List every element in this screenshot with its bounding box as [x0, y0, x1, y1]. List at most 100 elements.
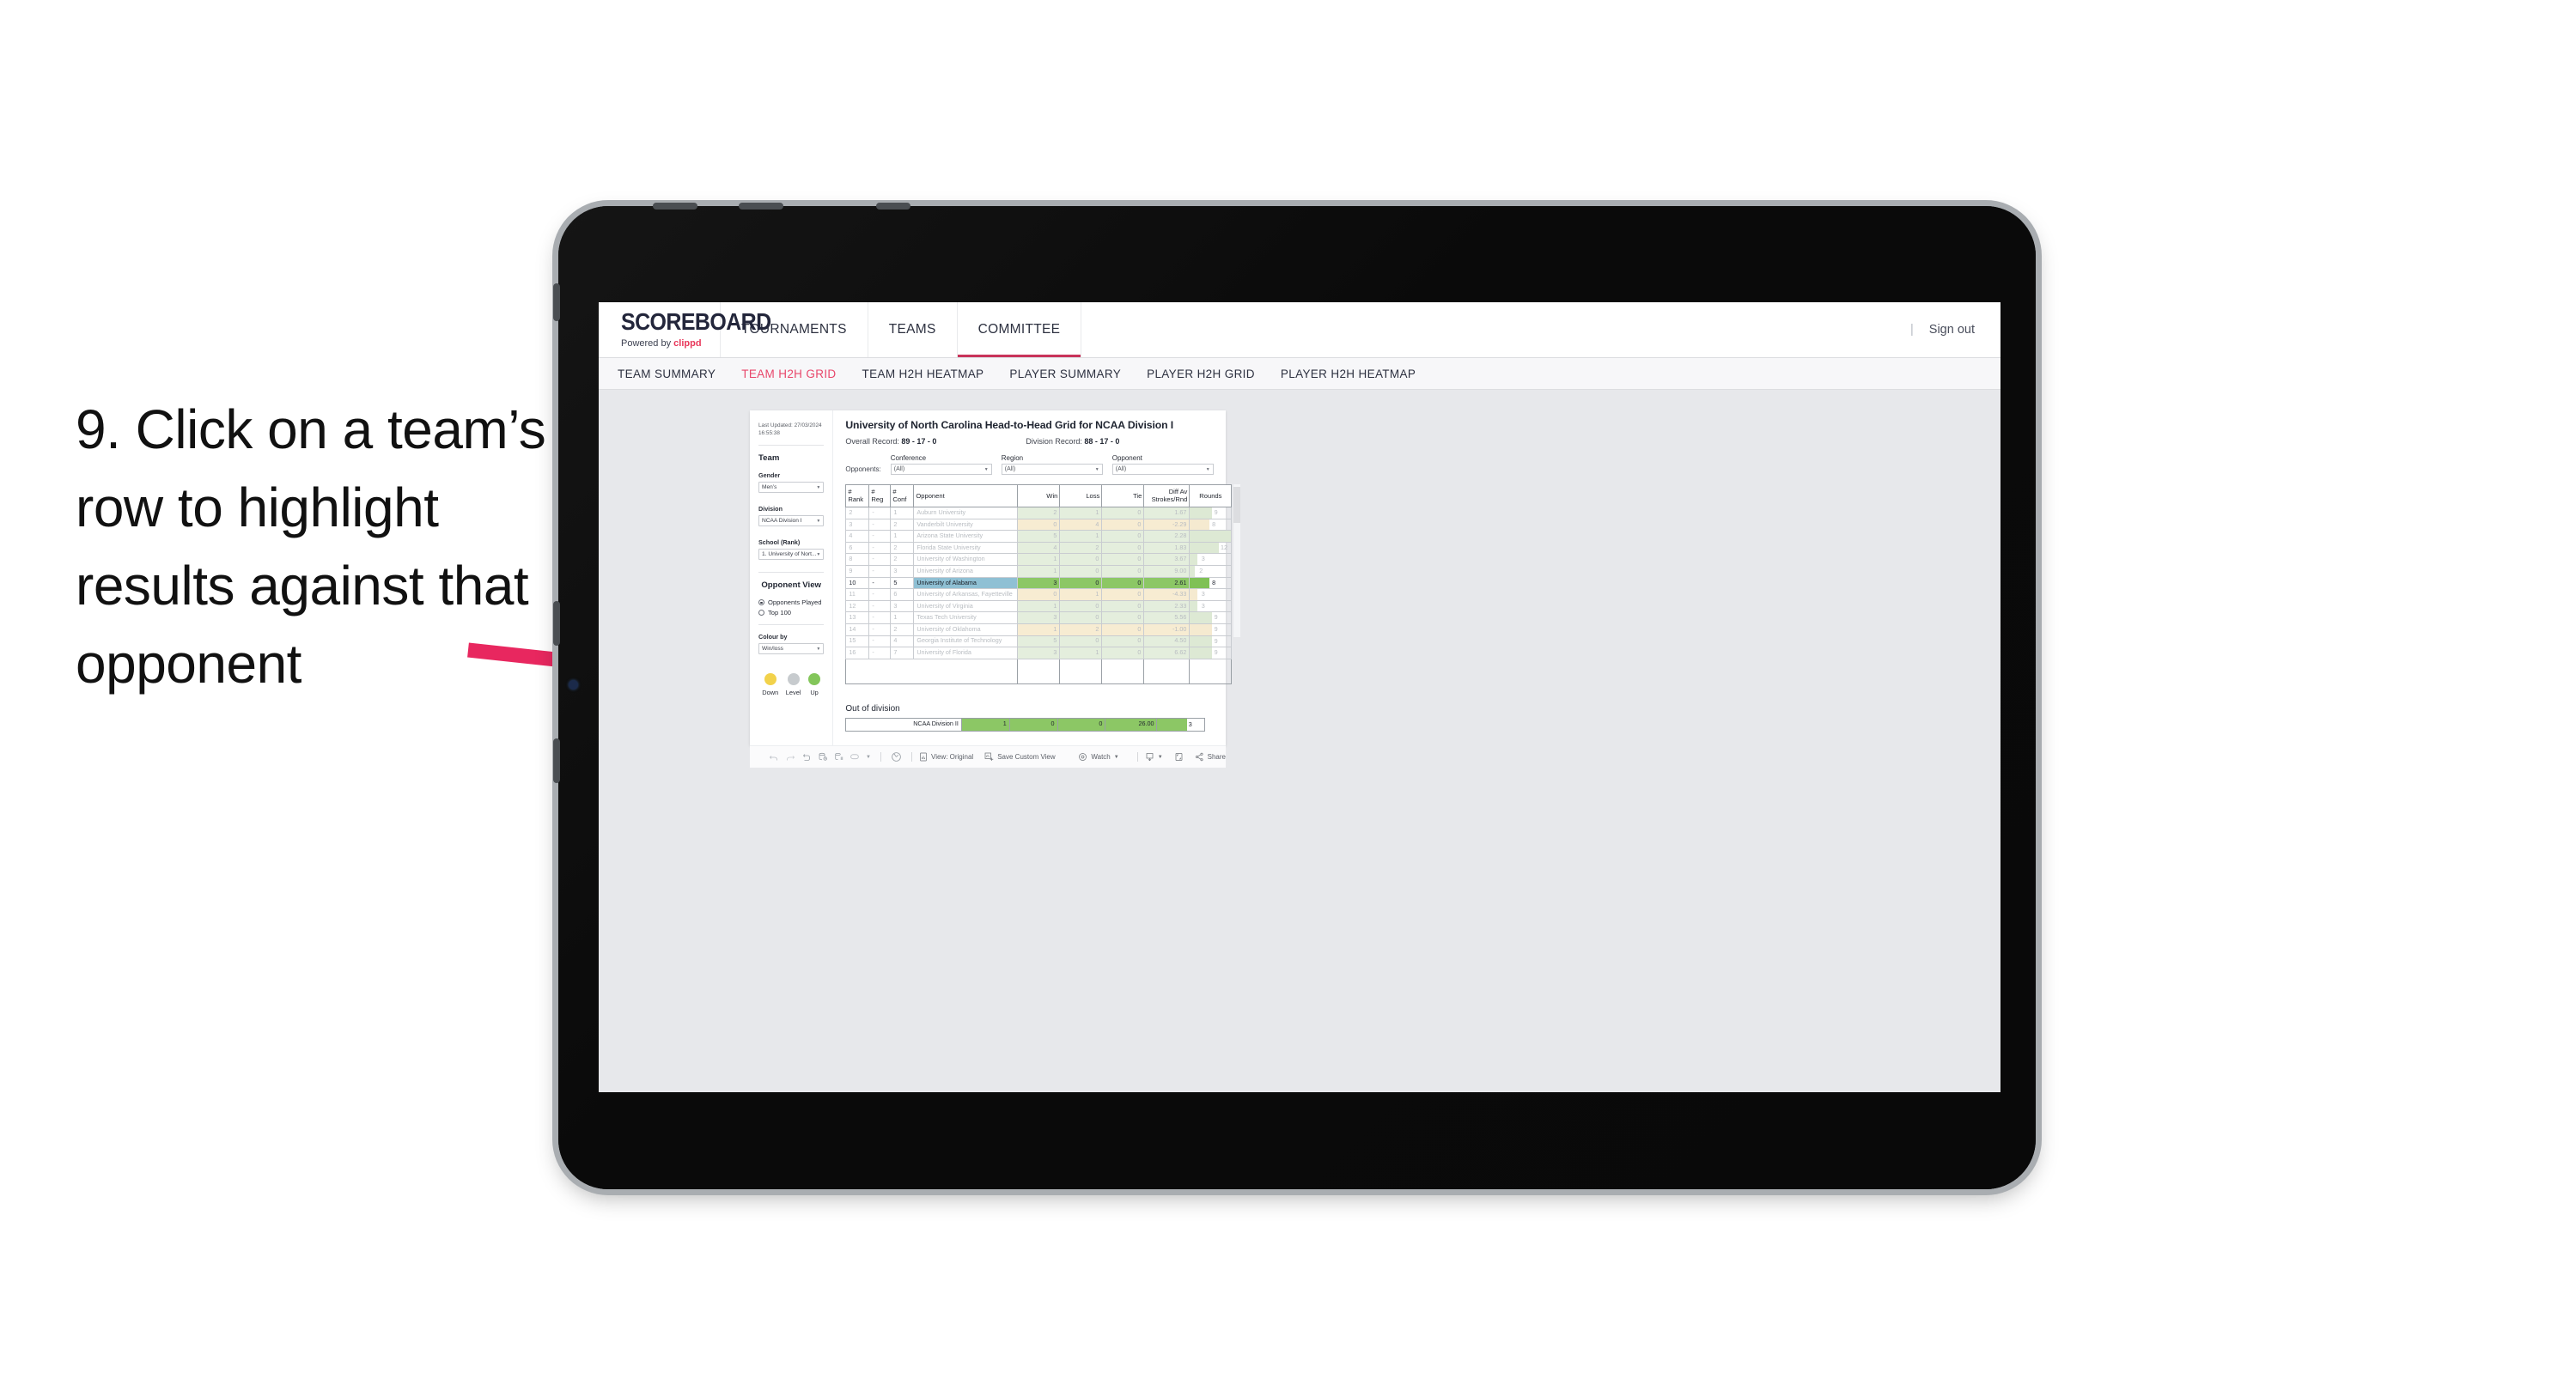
- tablet-volume-up-button[interactable]: [553, 601, 560, 646]
- col-diff-av-strokes[interactable]: Diff Av Strokes/Rnd: [1143, 484, 1191, 507]
- chevron-down-icon: ▼: [816, 551, 821, 557]
- table-row[interactable]: 4-1Arizona State University5102.2817: [845, 530, 1233, 543]
- cell-reg: -: [868, 564, 892, 578]
- col-rank[interactable]: # Rank: [845, 484, 870, 507]
- opponent-filter: Opponent (All) ▼: [1111, 454, 1214, 475]
- tablet-speaker-grille: [739, 203, 783, 210]
- radio-opponents-played[interactable]: Opponents Played: [758, 598, 824, 606]
- col-rounds[interactable]: Rounds: [1189, 484, 1233, 507]
- nav-item-label: TEAMS: [888, 322, 936, 337]
- table-row[interactable]: 14-2 University of Oklahoma 1 2 0 -1.00 9: [845, 623, 1233, 636]
- share-button[interactable]: Share: [1195, 752, 1226, 762]
- cell-opponent: University of Washington: [913, 553, 1019, 566]
- revert-icon[interactable]: [798, 749, 814, 766]
- table-row[interactable]: 2-1 Auburn University 2 1 0 1.67 9: [845, 506, 1233, 519]
- colour-by-select[interactable]: Win/loss ▼: [758, 643, 825, 655]
- table-row[interactable]: 15-4 Georgia Institute of Technology 5 0 0 4.…: [845, 635, 1233, 648]
- chevron-down-icon: ▼: [984, 466, 989, 472]
- col-tie[interactable]: Tie: [1101, 484, 1145, 507]
- chevron-down-icon: ▼: [1094, 466, 1099, 472]
- chevron-down-icon[interactable]: ▼: [863, 749, 874, 766]
- tab-team-summary[interactable]: TEAM SUMMARY: [618, 368, 716, 380]
- table-row[interactable]: 12-3 University of Virginia 1 0 0 2.33 3: [845, 599, 1233, 613]
- tab-player-summary[interactable]: PLAYER SUMMARY: [1009, 368, 1121, 380]
- tab-player-h2h-heatmap[interactable]: PLAYER H2H HEATMAP: [1281, 368, 1416, 380]
- rounds-bar: [1190, 554, 1197, 565]
- gender-field: Gender Men’s ▼: [758, 471, 825, 494]
- rounds-value: 8: [1212, 519, 1216, 528]
- tablet-power-button[interactable]: [553, 283, 560, 321]
- tab-team-h2h-heatmap[interactable]: TEAM H2H HEATMAP: [862, 368, 984, 380]
- view-original-button[interactable]: View: Original: [919, 752, 973, 762]
- cell-tie: 0: [1101, 647, 1145, 659]
- logo-tagline: Powered by clippd: [621, 337, 720, 349]
- pause-auto-update-icon[interactable]: [831, 749, 847, 766]
- table-row[interactable]: 8-2 University of Washington 1 0 0 3.67 3: [845, 553, 1233, 566]
- sign-out-link[interactable]: Sign out: [1929, 323, 1975, 337]
- cell-rank: 3: [845, 518, 870, 532]
- conference-filter-select[interactable]: (All) ▼: [890, 464, 992, 475]
- table-row[interactable]: 3-2 Vanderbilt University 0 4 0 -2.29 8: [845, 518, 1233, 532]
- col-win[interactable]: Win: [1017, 484, 1061, 507]
- refresh-data-icon[interactable]: [814, 749, 831, 766]
- cell-rank: 12: [845, 599, 870, 613]
- rounds-value: 3: [1201, 601, 1205, 610]
- rounds-value: 3: [1201, 555, 1205, 563]
- opponent-filters: Opponents: Conference (All) ▼ Region (Al…: [845, 454, 1232, 475]
- scrollbar-thumb[interactable]: [1233, 487, 1241, 523]
- tablet-volume-down-button[interactable]: [553, 738, 560, 783]
- table-row[interactable]: 13-1 Texas Tech University 3 0 0 5.56 9: [845, 611, 1233, 624]
- cell-empty: [913, 658, 1019, 684]
- table-row[interactable]: 16-7 University of Florida 3 1 0 6.62 9: [845, 647, 1233, 659]
- full-screen-button[interactable]: [1174, 752, 1184, 762]
- cell-conf: 2: [890, 541, 915, 555]
- division-select[interactable]: NCAA Division I ▼: [758, 515, 825, 527]
- watch-button[interactable]: Watch ▼: [1078, 752, 1119, 762]
- cell-rounds: 9: [1189, 611, 1233, 624]
- rounds-value: 9: [1214, 507, 1218, 516]
- out-of-division-row[interactable]: NCAA Division II 1 0 0 26.00 3: [845, 717, 1206, 732]
- school-value: 1. University of Nort...: [762, 551, 817, 558]
- nav-item-committee[interactable]: COMMITTEE: [957, 302, 1082, 357]
- cell-tie: 0: [1101, 588, 1145, 601]
- cell-opponent: University of Alabama: [913, 576, 1019, 590]
- cell-rounds: 3: [1189, 588, 1233, 601]
- col-loss[interactable]: Loss: [1059, 484, 1103, 507]
- table-vertical-scrollbar[interactable]: [1233, 484, 1241, 637]
- download-button[interactable]: ▼: [1145, 752, 1163, 762]
- redo-icon[interactable]: [782, 749, 798, 766]
- header-row: # Rank # Reg # Conf Opponent Win Loss Tie D…: [845, 484, 1233, 507]
- alerts-icon[interactable]: [888, 749, 904, 766]
- save-custom-view-button[interactable]: Save Custom View: [984, 752, 1056, 762]
- table-row-selected[interactable]: 10-5 University of Alabama 3 0 0 2.61 8: [845, 576, 1233, 590]
- undo-icon[interactable]: [765, 749, 782, 766]
- cell-reg: -: [868, 588, 892, 601]
- rounds-value: 17: [1228, 532, 1231, 541]
- cell-opponent: Arizona State University: [913, 530, 1019, 543]
- region-filter-select[interactable]: (All) ▼: [1001, 464, 1103, 475]
- cell-rounds: 2: [1189, 564, 1233, 578]
- dashboard-card: Last Updated: 27/03/2024 16:55:38 Team G…: [750, 410, 1241, 745]
- app-logo[interactable]: SCOREBOARD Powered by clippd: [599, 302, 771, 357]
- gender-select[interactable]: Men’s ▼: [758, 482, 825, 494]
- table-row[interactable]: 9-3 University of Arizona 1 0 0 9.00 2: [845, 564, 1233, 578]
- table-row[interactable]: 6-2 Florida State University 4 2 0 1.83 12: [845, 541, 1233, 555]
- col-reg[interactable]: # Reg: [868, 484, 892, 507]
- radio-top-100[interactable]: Top 100: [758, 609, 824, 617]
- logo-tagline-prefix: Powered by: [621, 337, 674, 349]
- tab-team-h2h-grid[interactable]: TEAM H2H GRID: [741, 368, 836, 380]
- opponent-filter-select[interactable]: (All) ▼: [1111, 464, 1214, 475]
- division-field: Division NCAA Division I ▼: [758, 505, 825, 527]
- col-conf[interactable]: # Conf: [890, 484, 915, 507]
- tab-player-h2h-grid[interactable]: PLAYER H2H GRID: [1147, 368, 1255, 380]
- legend-label: Up: [810, 689, 819, 697]
- school-select[interactable]: 1. University of Nort... ▼: [758, 549, 825, 561]
- overall-record: Overall Record: 89 - 17 - 0: [845, 437, 1026, 446]
- table-row[interactable]: 11-6 University of Arkansas, Fayetteville…: [845, 588, 1233, 601]
- pause-updates-toggle-icon[interactable]: [847, 749, 863, 766]
- col-opponent[interactable]: Opponent: [913, 484, 1019, 507]
- overall-record-value: 89 - 17 - 0: [901, 437, 937, 446]
- nav-item-teams[interactable]: TEAMS: [868, 302, 958, 357]
- region-filter: Region (All) ▼: [1001, 454, 1103, 475]
- table-body: 2-1 Auburn University 2 1 0 1.67 9 3-2 Vanderbil…: [845, 506, 1233, 684]
